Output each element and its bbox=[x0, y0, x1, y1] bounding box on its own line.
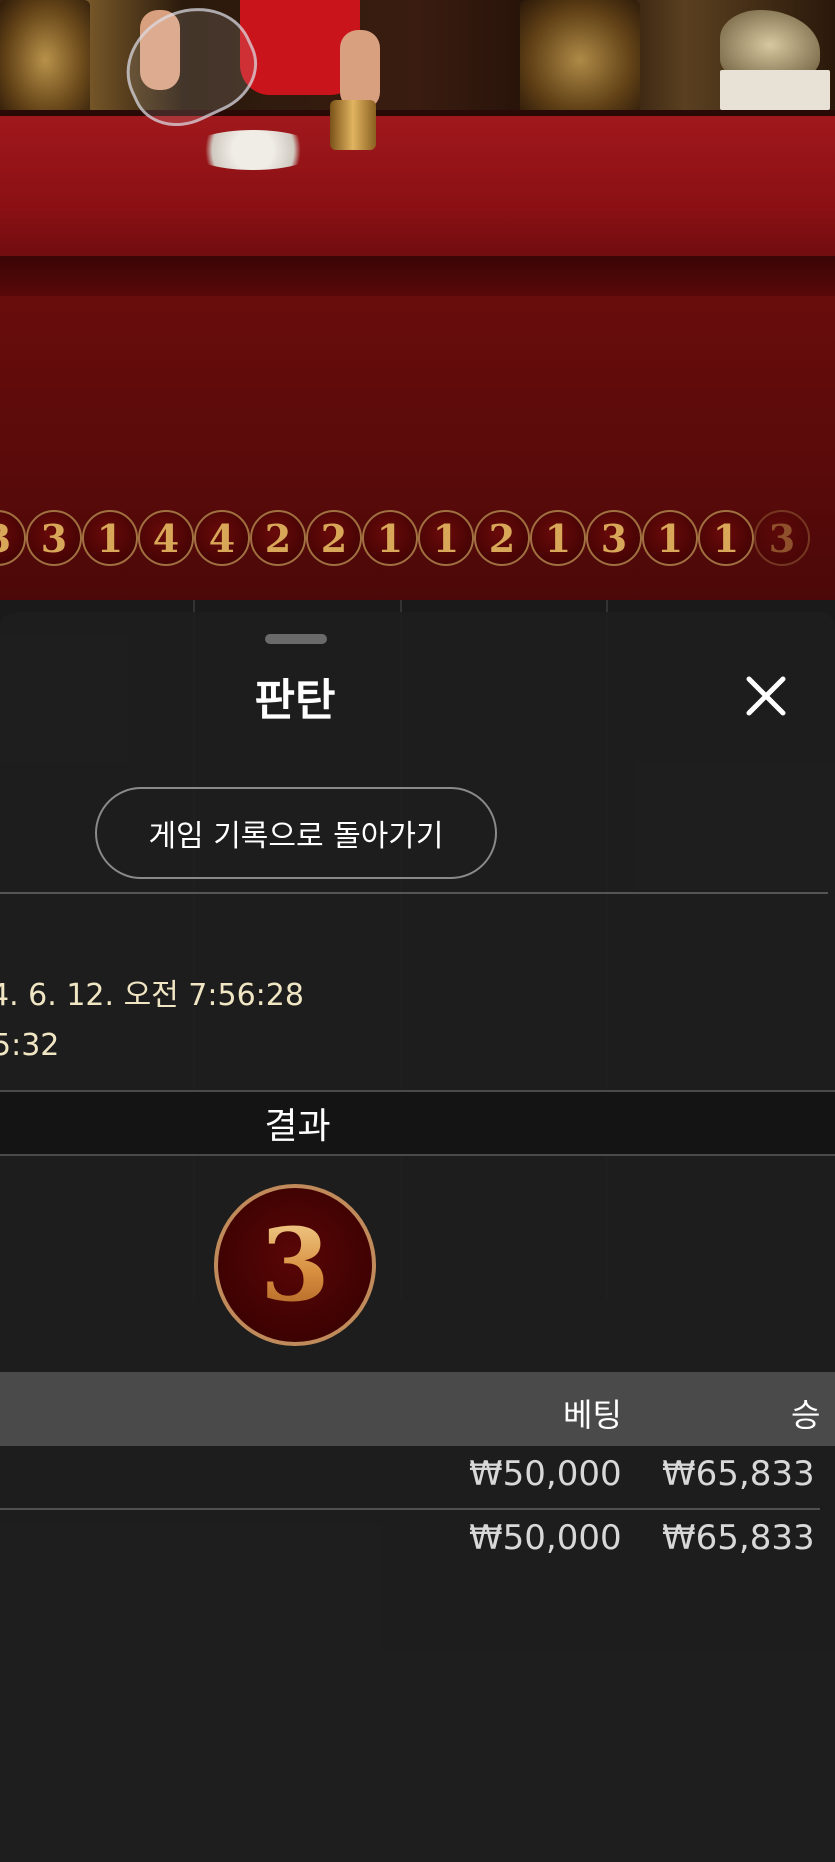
close-icon bbox=[746, 676, 786, 716]
history-result-ball: 1 bbox=[82, 510, 138, 566]
history-result-ball: 2 bbox=[306, 510, 362, 566]
bet-amount: ₩50,000 bbox=[469, 1454, 622, 1494]
column-win: 승 bbox=[791, 1396, 821, 1434]
history-result-ball: 1 bbox=[418, 510, 474, 566]
history-result-ball: 3 bbox=[754, 510, 810, 566]
results-history-row: 331442211213113 bbox=[0, 510, 810, 566]
history-result-ball: 3 bbox=[26, 510, 82, 566]
bets-table-header: 베팅 승 bbox=[0, 1372, 835, 1446]
lantern-decoration bbox=[0, 0, 90, 120]
history-result-ball: 1 bbox=[642, 510, 698, 566]
history-result-ball: 2 bbox=[250, 510, 306, 566]
bet-amount: ₩50,000 bbox=[469, 1518, 622, 1558]
history-result-ball: 3 bbox=[0, 510, 26, 566]
result-value: 3 bbox=[260, 1206, 330, 1324]
history-result-ball: 4 bbox=[138, 510, 194, 566]
game-table bbox=[0, 110, 835, 270]
sheet-grab-handle[interactable] bbox=[265, 634, 327, 644]
statue-stand bbox=[720, 70, 830, 110]
win-amount: ₩65,833 bbox=[662, 1518, 815, 1558]
history-result-ball: 2 bbox=[474, 510, 530, 566]
result-ball: 3 bbox=[214, 1184, 376, 1346]
dealer-arm bbox=[340, 30, 380, 110]
bead-pile bbox=[188, 130, 318, 170]
history-result-ball: 1 bbox=[698, 510, 754, 566]
history-result-ball: 4 bbox=[194, 510, 250, 566]
result-section-label: 결과 bbox=[264, 1106, 331, 1147]
lantern-decoration bbox=[520, 0, 640, 120]
table-row: ₩50,000 ₩65,833 bbox=[0, 1518, 835, 1582]
history-result-ball: 1 bbox=[362, 510, 418, 566]
close-button[interactable] bbox=[738, 668, 794, 724]
bet-detail-sheet: 판탄 게임 기록으로 돌아가기 4. 6. 12. 오전 7:56:28 5:3… bbox=[0, 612, 835, 1862]
round-time: 5:32 bbox=[0, 1028, 60, 1063]
round-date: 4. 6. 12. 오전 7:56:28 bbox=[0, 978, 304, 1013]
history-result-ball: 3 bbox=[586, 510, 642, 566]
results-history: 331442211213113 bbox=[0, 510, 835, 572]
sheet-title: 판탄 bbox=[254, 675, 336, 726]
column-bet: 베팅 bbox=[563, 1396, 622, 1434]
table-edge bbox=[0, 256, 835, 296]
brass-cup bbox=[330, 100, 376, 150]
history-result-ball: 1 bbox=[530, 510, 586, 566]
back-to-history-button[interactable]: 게임 기록으로 돌아가기 bbox=[95, 787, 497, 879]
divider bbox=[0, 892, 828, 894]
row-divider bbox=[0, 1508, 820, 1510]
win-amount: ₩65,833 bbox=[662, 1454, 815, 1494]
result-section-header: 결과 bbox=[0, 1090, 835, 1156]
